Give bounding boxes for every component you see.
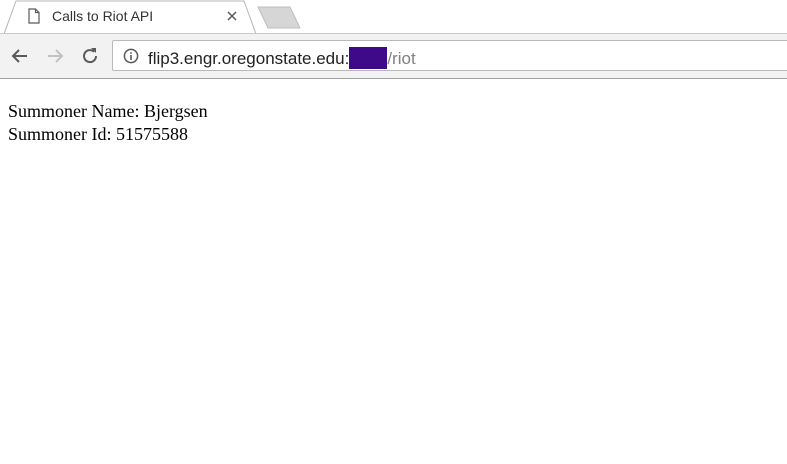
page-content: Summoner Name: Bjergsen Summoner Id: 515… — [0, 80, 787, 464]
toolbar: flip3.engr.oregonstate.edu: /riot — [0, 34, 787, 79]
redacted-port — [349, 47, 388, 69]
tab-title: Calls to Riot API — [52, 8, 154, 24]
info-icon[interactable] — [123, 48, 139, 64]
new-tab-button[interactable] — [256, 6, 302, 30]
summoner-name-text: Summoner Name: Bjergsen — [8, 101, 208, 121]
browser-window: Calls to Riot API flip3.engr.oregonstate… — [0, 0, 787, 464]
summoner-id-text: Summoner Id: 51575588 — [8, 124, 188, 144]
address-bar[interactable]: flip3.engr.oregonstate.edu: /riot — [112, 40, 787, 71]
reload-icon[interactable] — [79, 45, 101, 67]
close-icon[interactable] — [224, 8, 240, 24]
tab-strip: Calls to Riot API — [0, 0, 787, 36]
url-path: /riot — [387, 49, 416, 68]
url-host: flip3.engr.oregonstate.edu: — [148, 49, 350, 68]
url-text[interactable]: flip3.engr.oregonstate.edu: /riot — [148, 47, 416, 69]
tab-active[interactable]: Calls to Riot API — [0, 0, 258, 34]
back-arrow-icon[interactable] — [9, 45, 31, 67]
forward-arrow-icon[interactable] — [44, 45, 66, 67]
toolbar-divider — [0, 78, 787, 79]
document-icon — [28, 8, 40, 24]
